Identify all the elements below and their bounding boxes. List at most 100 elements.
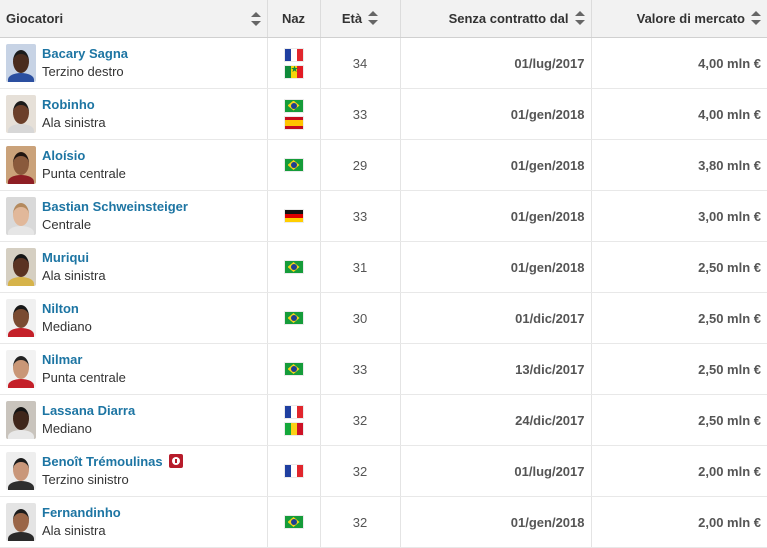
player-position: Ala sinistra — [42, 523, 106, 538]
sort-icon[interactable] — [751, 11, 761, 26]
senegal-flag-icon — [284, 65, 303, 78]
header-nationality-label: Naz — [281, 11, 306, 26]
brazil-flag-icon — [284, 516, 303, 528]
player-position: Terzino destro — [42, 64, 124, 79]
player-position: Ala sinistra — [42, 115, 106, 130]
player-photo[interactable] — [6, 197, 36, 235]
contract-end-cell: 01/gen/2018 — [400, 241, 592, 293]
france-flag-icon — [284, 48, 303, 61]
player-cell: Bastian Schweinsteiger Centrale — [0, 190, 268, 242]
market-value-cell: 3,00 mln € — [591, 190, 767, 242]
table-row: Nilmar Punta centrale 33 13/dic/2017 2,5… — [0, 343, 767, 395]
nationality-cell — [267, 445, 321, 497]
player-name-link[interactable]: Bastian Schweinsteiger — [42, 199, 188, 214]
player-name-link[interactable]: Muriqui — [42, 250, 89, 265]
nationality-cell — [267, 88, 321, 140]
player-name-link[interactable]: Robinho — [42, 97, 95, 112]
player-position: Mediano — [42, 319, 92, 334]
header-contract[interactable]: Senza contratto dal — [400, 0, 592, 38]
market-value-cell: 4,00 mln € — [591, 37, 767, 89]
header-nationality: Naz — [267, 0, 321, 38]
player-photo[interactable] — [6, 44, 36, 82]
player-photo[interactable] — [6, 299, 36, 337]
age-cell: 31 — [320, 241, 401, 293]
player-name-link[interactable]: Benoît Trémoulinas — [42, 454, 163, 469]
player-cell: Benoît Trémoulinas Terzino sinistro — [0, 445, 268, 497]
nationality-cell — [267, 394, 321, 446]
player-name-link[interactable]: Nilmar — [42, 352, 82, 367]
player-name-link[interactable]: Fernandinho — [42, 505, 121, 520]
table-header-row: Giocatori Naz Età Senza contratto dal Va… — [0, 0, 767, 38]
market-value-cell: 2,50 mln € — [591, 241, 767, 293]
player-position: Punta centrale — [42, 166, 126, 181]
injury-badge-icon[interactable] — [168, 453, 183, 468]
contract-end-cell: 01/gen/2018 — [400, 496, 592, 548]
market-value-cell: 4,00 mln € — [591, 88, 767, 140]
contract-end-cell: 01/lug/2017 — [400, 445, 592, 497]
contract-end-cell: 01/gen/2018 — [400, 139, 592, 191]
contract-end-cell: 01/gen/2018 — [400, 88, 592, 140]
player-name-link[interactable]: Nilton — [42, 301, 79, 316]
player-cell: Lassana Diarra Mediano — [0, 394, 268, 446]
header-age[interactable]: Età — [320, 0, 401, 38]
player-photo[interactable] — [6, 401, 36, 439]
player-cell: Aloísio Punta centrale — [0, 139, 268, 191]
age-cell: 33 — [320, 88, 401, 140]
header-player[interactable]: Giocatori — [0, 0, 268, 38]
sort-icon[interactable] — [368, 11, 379, 26]
table-row: Lassana Diarra Mediano 32 24/dic/2017 2,… — [0, 394, 767, 446]
age-cell: 30 — [320, 292, 401, 344]
player-photo[interactable] — [6, 503, 36, 541]
player-cell: Muriqui Ala sinistra — [0, 241, 268, 293]
market-value-cell: 2,00 mln € — [591, 496, 767, 548]
header-market-value[interactable]: Valore di mercato — [591, 0, 767, 38]
player-photo[interactable] — [6, 350, 36, 388]
player-photo[interactable] — [6, 248, 36, 286]
table-row: Fernandinho Ala sinistra 32 01/gen/2018 … — [0, 496, 767, 548]
player-photo[interactable] — [6, 452, 36, 490]
player-cell: Bacary Sagna Terzino destro — [0, 37, 268, 89]
contract-end-cell: 24/dic/2017 — [400, 394, 592, 446]
market-value-cell: 2,50 mln € — [591, 394, 767, 446]
player-name-link[interactable]: Bacary Sagna — [42, 46, 128, 61]
germany-flag-icon — [284, 210, 303, 222]
table-row: Muriqui Ala sinistra 31 01/gen/2018 2,50… — [0, 241, 767, 293]
player-cell: Nilton Mediano — [0, 292, 268, 344]
market-value-cell: 2,00 mln € — [591, 445, 767, 497]
header-contract-label: Senza contratto dal — [448, 10, 569, 26]
player-photo[interactable] — [6, 95, 36, 133]
age-cell: 29 — [320, 139, 401, 191]
player-position: Terzino sinistro — [42, 472, 129, 487]
table-row: Bacary Sagna Terzino destro 34 01/lug/20… — [0, 37, 767, 89]
contract-end-cell: 01/gen/2018 — [400, 190, 592, 242]
nationality-cell — [267, 37, 321, 89]
age-cell: 32 — [320, 445, 401, 497]
market-value-cell: 2,50 mln € — [591, 292, 767, 344]
france-flag-icon — [284, 405, 303, 418]
age-cell: 34 — [320, 37, 401, 89]
header-age-label: Età — [341, 10, 363, 26]
table-row: Bastian Schweinsteiger Centrale 33 01/ge… — [0, 190, 767, 242]
player-photo[interactable] — [6, 146, 36, 184]
nationality-cell — [267, 190, 321, 242]
nationality-cell — [267, 292, 321, 344]
brazil-flag-icon — [284, 261, 303, 273]
table-body: Bacary Sagna Terzino destro 34 01/lug/20… — [0, 37, 767, 548]
nationality-cell — [267, 343, 321, 395]
sort-icon[interactable] — [250, 12, 261, 26]
age-cell: 33 — [320, 343, 401, 395]
player-name-link[interactable]: Aloísio — [42, 148, 85, 163]
player-position: Ala sinistra — [42, 268, 106, 283]
contract-end-cell: 01/dic/2017 — [400, 292, 592, 344]
nationality-cell — [267, 139, 321, 191]
sort-icon[interactable] — [574, 11, 585, 26]
brazil-flag-icon — [284, 99, 303, 112]
nationality-cell — [267, 496, 321, 548]
brazil-flag-icon — [284, 312, 303, 324]
contract-end-cell: 01/lug/2017 — [400, 37, 592, 89]
table-row: Robinho Ala sinistra 33 01/gen/2018 4,00… — [0, 88, 767, 140]
player-name-link[interactable]: Lassana Diarra — [42, 403, 135, 418]
header-market-value-label: Valore di mercato — [636, 10, 745, 26]
contract-end-cell: 13/dic/2017 — [400, 343, 592, 395]
player-cell: Fernandinho Ala sinistra — [0, 496, 268, 548]
